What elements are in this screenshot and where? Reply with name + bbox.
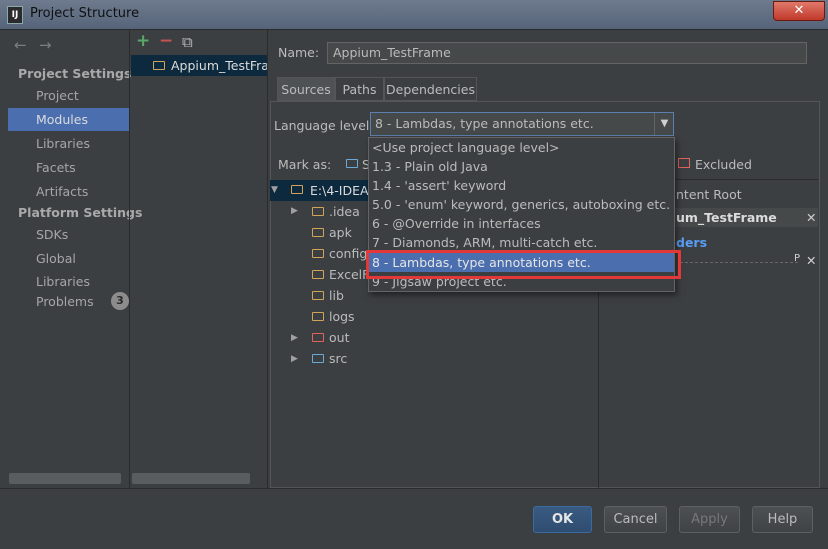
footer-divider — [0, 488, 828, 489]
chevron-down-icon[interactable]: ▼ — [654, 113, 674, 135]
nav-item-artifacts[interactable]: Artifacts — [8, 180, 129, 203]
module-list-divider — [267, 30, 268, 488]
forward-arrow-icon[interactable]: → — [39, 36, 52, 54]
mark-as-excluded[interactable]: Excluded — [695, 157, 752, 172]
intellij-app-icon: IJ — [7, 6, 23, 24]
tab-paths[interactable]: Paths — [335, 77, 384, 101]
name-label: Name: — [278, 45, 320, 60]
language-level-select[interactable]: 8 - Lambdas, type annotations etc. — [370, 112, 674, 136]
excluded-folder-icon — [312, 333, 324, 342]
dropdown-option[interactable]: <Use project language level> — [369, 138, 674, 157]
cancel-button[interactable]: Cancel — [604, 506, 667, 533]
window-title: Project Structure — [30, 6, 140, 21]
content-root-name: um_TestFrame — [676, 210, 777, 225]
folder-icon — [312, 270, 324, 279]
apply-button[interactable]: Apply — [679, 506, 740, 533]
tree-item-out[interactable]: out — [329, 330, 349, 345]
back-arrow-icon[interactable]: ← — [14, 36, 27, 54]
add-content-root[interactable]: ntent Root — [676, 187, 742, 202]
problems-count-badge: 3 — [111, 292, 129, 310]
nav-item-project[interactable]: Project — [8, 84, 129, 107]
source-folder-icon — [312, 354, 324, 363]
nav-item-sdks[interactable]: SDKs — [8, 223, 129, 246]
nav-item-libraries[interactable]: Libraries — [8, 132, 129, 155]
dropdown-option[interactable]: 6 - @Override in interfaces — [369, 214, 674, 233]
source-folders-label: ders — [676, 235, 708, 250]
folder-icon — [291, 185, 303, 194]
tab-dependencies[interactable]: Dependencies — [384, 77, 477, 101]
folder-icon — [312, 291, 324, 300]
folder-separator — [680, 262, 798, 263]
sources-folder-icon[interactable] — [346, 159, 358, 168]
close-icon[interactable]: ✕ — [806, 210, 816, 225]
tree-expand-icon[interactable]: ▼ — [271, 185, 278, 195]
nav-group-platform-settings: Platform Settings — [18, 205, 143, 220]
nav-item-facets[interactable]: Facets — [8, 156, 129, 179]
properties-icon[interactable]: P — [794, 253, 800, 264]
remove-module-icon[interactable]: − — [159, 31, 173, 51]
folder-icon — [312, 207, 324, 216]
annotation-highlight-box — [366, 250, 681, 279]
module-name-input[interactable]: Appium_TestFrame — [327, 42, 807, 64]
tree-collapse-icon[interactable]: ▶ — [291, 206, 298, 216]
copy-module-icon[interactable]: ⧉ — [182, 33, 193, 51]
language-level-label: Language level: — [274, 118, 374, 133]
tree-item-lib[interactable]: lib — [329, 288, 344, 303]
window-close-button[interactable]: ✕ — [773, 1, 825, 21]
tree-collapse-icon[interactable]: ▶ — [291, 333, 298, 343]
tree-collapse-icon[interactable]: ▶ — [291, 354, 298, 364]
nav-item-modules[interactable]: Modules — [8, 108, 129, 131]
tree-item-excelf[interactable]: ExcelF — [329, 267, 369, 282]
tab-sources[interactable]: Sources — [277, 77, 335, 101]
module-list-scrollbar[interactable] — [132, 473, 250, 484]
folder-icon — [312, 312, 324, 321]
close-icon[interactable]: ✕ — [806, 253, 816, 268]
tree-item-src[interactable]: src — [329, 351, 347, 366]
ok-button[interactable]: OK — [533, 506, 592, 533]
nav-item-global-libraries[interactable]: Global Libraries — [8, 247, 129, 289]
tree-item-idea[interactable]: .idea — [329, 204, 360, 219]
folder-icon — [312, 249, 324, 258]
help-button[interactable]: Help — [752, 506, 813, 533]
tree-root-label: E:\4-IDEA\ — [310, 183, 373, 198]
dropdown-option[interactable]: 5.0 - 'enum' keyword, generics, autoboxi… — [369, 195, 674, 214]
module-folder-icon — [153, 61, 165, 70]
folder-icon — [312, 228, 324, 237]
tree-item-apk[interactable]: apk — [329, 225, 352, 240]
nav-scrollbar[interactable] — [9, 473, 121, 484]
nav-divider — [129, 30, 130, 488]
tree-item-logs[interactable]: logs — [329, 309, 355, 324]
add-module-icon[interactable]: + — [136, 31, 150, 51]
nav-group-project-settings: Project Settings — [18, 66, 132, 81]
mark-as-label: Mark as: — [278, 157, 332, 172]
excluded-folder-icon[interactable] — [678, 158, 690, 168]
dropdown-option[interactable]: 1.4 - 'assert' keyword — [369, 176, 674, 195]
tree-item-config[interactable]: config — [329, 246, 367, 261]
dropdown-option[interactable]: 1.3 - Plain old Java — [369, 157, 674, 176]
module-list-label: Appium_TestFrame — [171, 58, 267, 73]
